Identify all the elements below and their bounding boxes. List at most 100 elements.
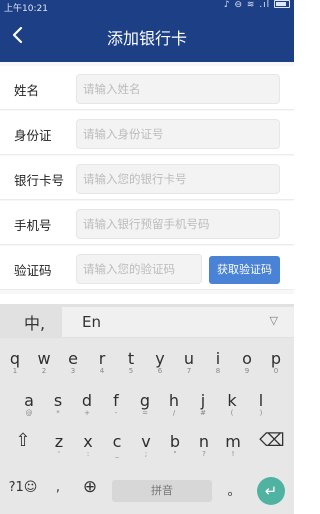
- label-id-card: 身份证: [14, 128, 52, 143]
- key-t-alt: 5: [128, 367, 134, 375]
- key-h-char: h: [168, 391, 180, 410]
- key-i[interactable]: i8: [206, 350, 230, 375]
- key-k-char: k: [227, 391, 237, 410]
- label-verify-code: 验证码: [14, 263, 52, 278]
- key-a[interactable]: a @: [17, 392, 41, 417]
- key-l-alt: ): [259, 409, 263, 417]
- language-bar[interactable]: En ▽: [62, 307, 294, 337]
- status-icons-glyphs: ♪ ⊖ ≋ .ıl: [223, 0, 271, 10]
- key-s-alt: *: [56, 409, 60, 417]
- status-bar: 上午10:21 ♪ ⊖ ≋ .ıl: [0, 0, 294, 14]
- key-t[interactable]: t5: [119, 350, 143, 375]
- status-time: 上午10:21: [4, 4, 48, 14]
- backspace-key[interactable]: ⌫: [258, 430, 286, 451]
- key-t-char: t: [127, 349, 135, 368]
- key-g[interactable]: g =: [133, 392, 157, 417]
- key-y-char: y: [155, 349, 165, 368]
- chinese-mode-key[interactable]: 中,: [24, 310, 45, 334]
- key-c-char: c: [112, 432, 122, 451]
- phone-input[interactable]: 请输入银行预留手机号码: [76, 209, 280, 239]
- key-v-char: v: [141, 432, 151, 451]
- key-d-alt: +: [84, 409, 90, 417]
- key-i-alt: 8: [215, 367, 221, 375]
- key-u-char: u: [183, 349, 195, 368]
- key-u-alt: 7: [186, 367, 192, 375]
- key-h[interactable]: h /: [162, 392, 186, 417]
- row-id-card: 身份证 请输入身份证号: [0, 111, 294, 155]
- status-icons: ♪ ⊖ ≋ .ıl: [224, 0, 290, 10]
- key-i-char: i: [215, 349, 221, 368]
- enter-key[interactable]: ↵: [257, 477, 285, 505]
- key-z[interactable]: z ': [47, 433, 71, 458]
- key-l-char: l: [258, 391, 264, 410]
- key-s-char: s: [53, 391, 63, 410]
- key-e-alt: 3: [70, 367, 76, 375]
- key-o[interactable]: o9: [235, 350, 259, 375]
- comma-key[interactable]: ,: [48, 480, 68, 495]
- keyboard-bottom-row: ?1☺ , ⊕ 拼音 。 ↵: [0, 474, 294, 514]
- key-z-char: z: [54, 432, 64, 451]
- key-v-alt: ;: [144, 450, 148, 458]
- key-y[interactable]: y6: [148, 350, 172, 375]
- key-q-char: q: [9, 349, 21, 368]
- key-s[interactable]: s *: [46, 392, 70, 417]
- key-o-char: o: [242, 349, 252, 368]
- key-o-alt: 9: [244, 367, 250, 375]
- bank-card-form: 姓名 请输入姓名 身份证 请输入身份证号 银行卡号 请输入您的银行卡号 手机号 …: [0, 62, 294, 294]
- space-key[interactable]: 拼音: [112, 480, 212, 502]
- key-x[interactable]: x:: [76, 433, 100, 458]
- key-c[interactable]: c _: [105, 433, 129, 458]
- key-b-alt: ": [173, 450, 177, 458]
- key-j-alt: #: [200, 409, 206, 417]
- key-f-alt: -: [114, 409, 118, 417]
- key-w-char: w: [37, 349, 51, 368]
- key-h-alt: /: [172, 409, 176, 417]
- key-w[interactable]: w2: [32, 350, 56, 375]
- key-r-alt: 4: [99, 367, 105, 375]
- key-e-char: e: [68, 349, 78, 368]
- label-name: 姓名: [14, 83, 40, 98]
- soft-keyboard: 中, En ▽ q1w2e3r4t5y6u7i8o9p0 a @ s * d + f - g = h…: [0, 304, 294, 514]
- key-r-char: r: [98, 349, 106, 368]
- label-bank-card: 银行卡号: [14, 173, 65, 188]
- key-f-char: f: [113, 391, 119, 410]
- key-w-alt: 2: [41, 367, 47, 375]
- verify-code-input[interactable]: 请输入您的验证码: [76, 254, 202, 284]
- key-j-char: j: [200, 391, 206, 410]
- key-d[interactable]: d +: [75, 392, 99, 417]
- key-e[interactable]: e3: [61, 350, 85, 375]
- key-f[interactable]: f-: [104, 392, 128, 417]
- top-bar: 上午10:21 ♪ ⊖ ≋ .ıl 添加银行卡: [0, 0, 294, 62]
- key-a-char: a: [24, 391, 34, 410]
- key-k[interactable]: k(: [220, 392, 244, 417]
- key-j[interactable]: j #: [191, 392, 215, 417]
- symbols-key[interactable]: ?1☺: [6, 480, 40, 495]
- key-r[interactable]: r4: [90, 350, 114, 375]
- id-card-input[interactable]: 请输入身份证号: [76, 119, 280, 149]
- shift-key[interactable]: ⇧: [10, 430, 36, 451]
- get-code-button[interactable]: 获取验证码: [209, 256, 280, 284]
- bank-card-input[interactable]: 请输入您的银行卡号: [76, 164, 280, 194]
- key-m-alt: !: [231, 450, 235, 458]
- key-a-alt: @: [25, 409, 33, 417]
- period-key[interactable]: 。: [222, 480, 246, 499]
- key-m[interactable]: m!: [221, 433, 245, 458]
- name-input[interactable]: 请输入姓名: [76, 74, 280, 104]
- key-p-alt: 0: [273, 367, 279, 375]
- key-b[interactable]: b ": [163, 433, 187, 458]
- key-v[interactable]: v;: [134, 433, 158, 458]
- key-l[interactable]: l): [249, 392, 273, 417]
- battery-icon: [274, 0, 290, 8]
- collapse-keyboard-icon[interactable]: ▽: [270, 314, 278, 327]
- english-label: En: [82, 313, 101, 331]
- key-u[interactable]: u7: [177, 350, 201, 375]
- globe-icon[interactable]: ⊕: [78, 477, 102, 497]
- key-q[interactable]: q1: [3, 350, 27, 375]
- row-bank-card: 银行卡号 请输入您的银行卡号: [0, 156, 294, 200]
- key-z-alt: ': [58, 450, 60, 458]
- key-p[interactable]: p0: [264, 350, 288, 375]
- key-n[interactable]: n?: [192, 433, 216, 458]
- key-q-alt: 1: [12, 367, 18, 375]
- keyboard-top-bar: 中, En ▽: [0, 304, 294, 338]
- key-y-alt: 6: [157, 367, 163, 375]
